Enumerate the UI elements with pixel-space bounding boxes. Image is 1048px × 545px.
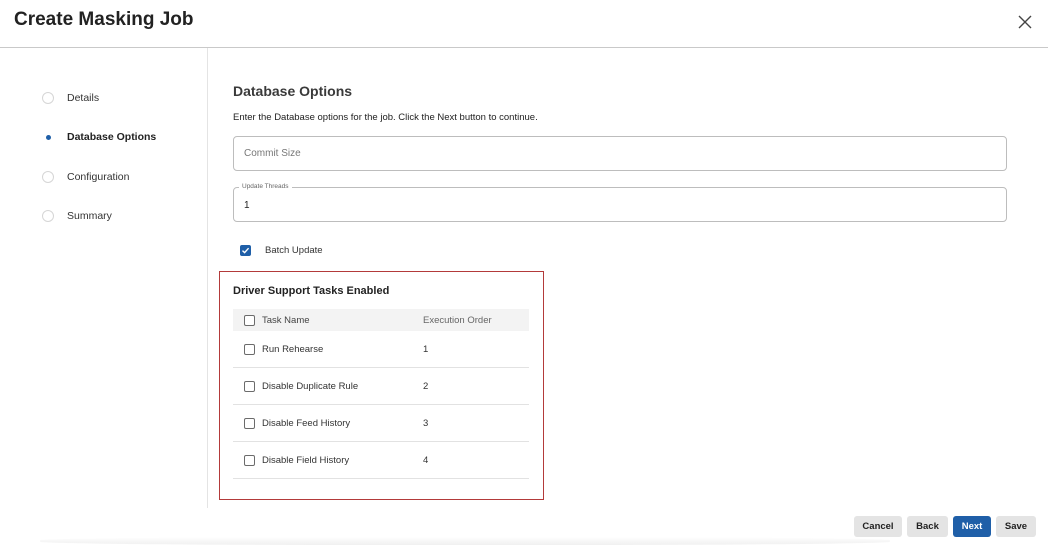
checkmark-icon: [242, 247, 250, 254]
driver-support-tasks-title: Driver Support Tasks Enabled: [233, 285, 390, 297]
execution-order-cell: 2: [423, 380, 429, 392]
column-header-execution-order[interactable]: Execution Order: [423, 315, 492, 326]
task-name-cell: Disable Field History: [262, 454, 350, 466]
execution-order-cell: 4: [423, 454, 429, 466]
step-dot-icon: [42, 92, 54, 104]
step-dot-icon: [42, 210, 54, 222]
execution-order-cell: 1: [423, 343, 429, 355]
update-threads-input[interactable]: [234, 188, 1006, 221]
execution-order-cell: 3: [423, 417, 429, 429]
section-description: Enter the Database options for the job. …: [233, 112, 538, 123]
row-checkbox[interactable]: [244, 454, 255, 466]
cancel-button[interactable]: Cancel: [854, 516, 902, 537]
row-checkbox[interactable]: [244, 343, 255, 355]
table-row[interactable]: Disable Feed History 3: [233, 405, 529, 442]
step-dot-active-icon: [42, 131, 54, 143]
close-icon[interactable]: [1014, 11, 1036, 33]
step-label: Database Options: [67, 131, 157, 143]
commit-size-input[interactable]: [234, 137, 1006, 170]
step-label: Details: [67, 92, 100, 104]
task-name-cell: Disable Duplicate Rule: [262, 380, 359, 392]
driver-support-tasks-panel: Driver Support Tasks Enabled Task Name E…: [219, 271, 544, 500]
next-button[interactable]: Next: [953, 516, 991, 537]
table-header: Task Name Execution Order: [233, 309, 529, 331]
step-database-options[interactable]: Database Options: [42, 127, 156, 147]
commit-size-field[interactable]: [233, 136, 1007, 171]
task-name-cell: Run Rehearse: [262, 343, 324, 355]
footer-divider: [40, 537, 890, 545]
step-label: Configuration: [67, 171, 130, 183]
save-button[interactable]: Save: [996, 516, 1036, 537]
dialog-header: Create Masking Job: [0, 0, 1048, 48]
table-row[interactable]: Disable Duplicate Rule 2: [233, 368, 529, 405]
table-row[interactable]: Run Rehearse 1: [233, 331, 529, 368]
back-button[interactable]: Back: [907, 516, 948, 537]
step-dot-icon: [42, 171, 54, 183]
select-all-checkbox[interactable]: [244, 314, 255, 326]
table-row[interactable]: Disable Field History 4: [233, 442, 529, 479]
batch-update-option[interactable]: Batch Update: [240, 245, 323, 256]
section-title: Database Options: [233, 83, 353, 99]
step-configuration[interactable]: Configuration: [42, 167, 129, 187]
step-label: Summary: [67, 210, 112, 222]
update-threads-field[interactable]: Update Threads: [233, 183, 1007, 222]
driver-tasks-table: Task Name Execution Order Run Rehearse 1…: [233, 309, 529, 479]
step-summary[interactable]: Summary: [42, 206, 112, 226]
wizard-stepper: Details Database Options Configuration S…: [0, 48, 208, 508]
batch-update-checkbox[interactable]: [240, 245, 251, 256]
batch-update-label: Batch Update: [265, 245, 323, 256]
row-checkbox[interactable]: [244, 380, 255, 392]
task-name-cell: Disable Feed History: [262, 417, 351, 429]
update-threads-label: Update Threads: [239, 183, 292, 190]
dialog-title: Create Masking Job: [14, 9, 194, 30]
column-header-task-name[interactable]: Task Name: [262, 315, 423, 326]
row-checkbox[interactable]: [244, 417, 255, 429]
step-details[interactable]: Details: [42, 88, 99, 108]
